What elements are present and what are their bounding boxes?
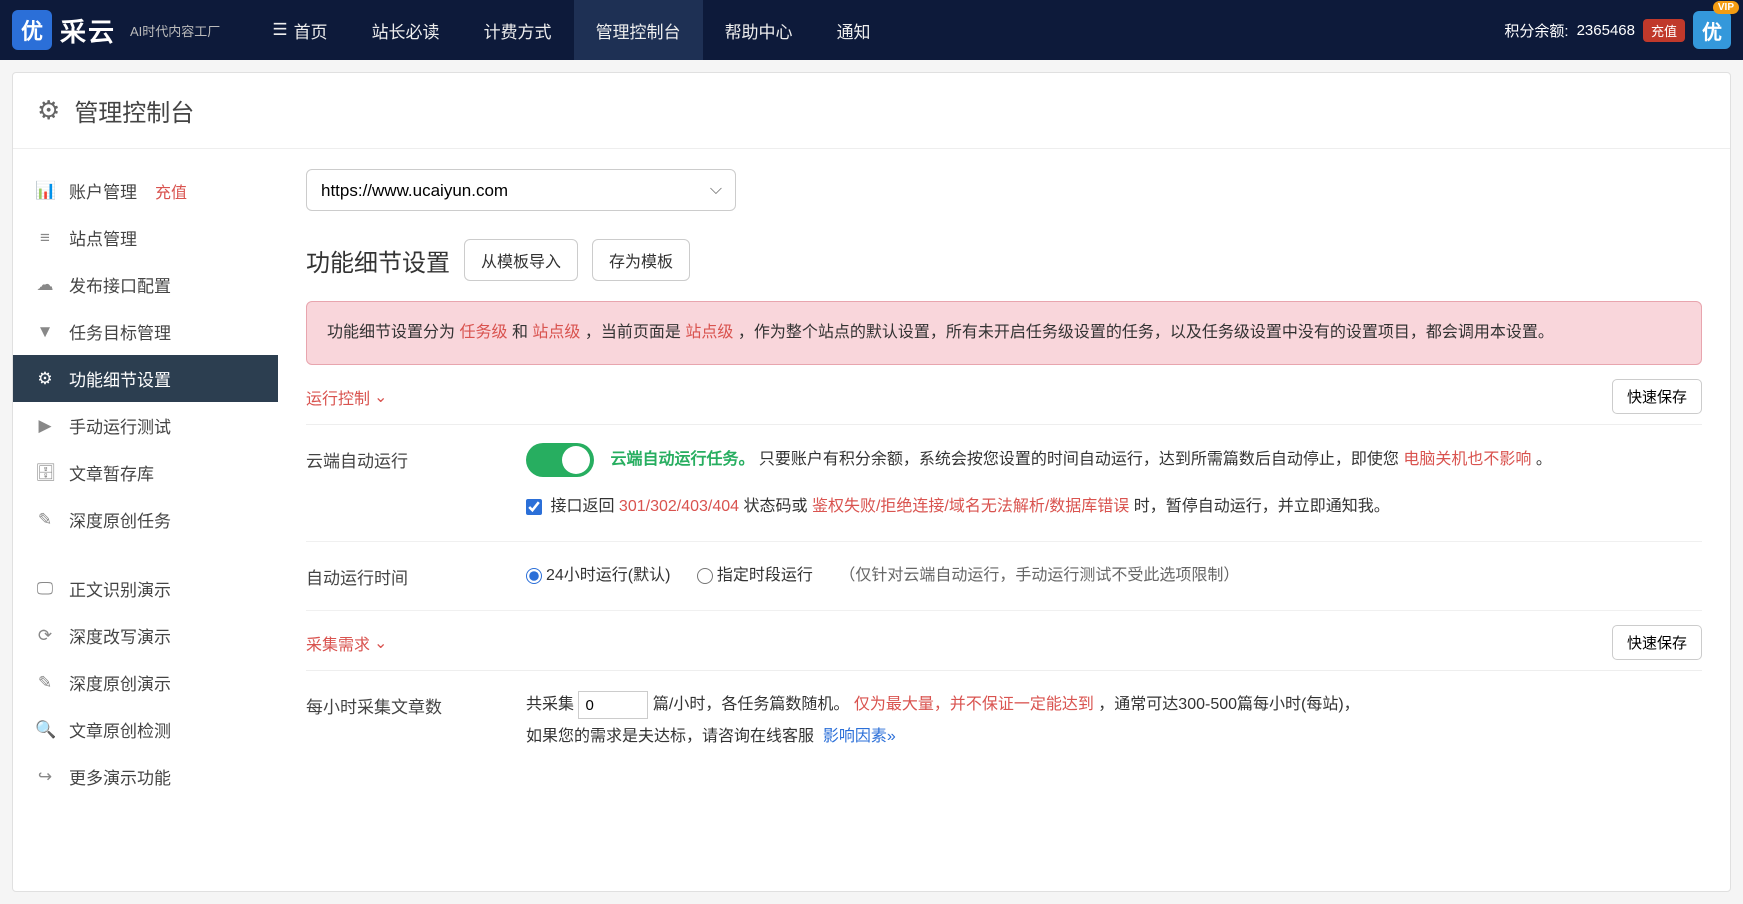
sidebar-item-deep-original[interactable]: ✎深度原创任务 — [13, 496, 278, 543]
sidebar-item-demo-original[interactable]: ✎深度原创演示 — [13, 659, 278, 706]
filter-icon: ▼ — [35, 322, 55, 342]
logo-icon: 优 — [12, 10, 52, 50]
group-runcontrol-header: 运行控制⌄ 快速保存 — [306, 365, 1702, 425]
search-icon: 🔍 — [35, 720, 55, 740]
recharge-badge: 充值 — [155, 179, 187, 203]
chart-icon: 📊 — [35, 181, 55, 201]
chevron-down-icon: ⌄ — [374, 633, 387, 653]
pause-on-error-checkbox[interactable] — [526, 499, 542, 515]
group-collect-toggle[interactable]: 采集需求⌄ — [306, 631, 387, 655]
radio-24h-label[interactable]: 24小时运行(默认) — [526, 567, 670, 584]
group-runcontrol-toggle[interactable]: 运行控制⌄ — [306, 385, 387, 409]
edit-icon: ✎ — [35, 510, 55, 530]
save-template-button[interactable]: 存为模板 — [592, 239, 690, 281]
edit-icon: ✎ — [35, 673, 55, 693]
nav-help[interactable]: 帮助中心 — [703, 0, 815, 60]
factors-link[interactable]: 影响因素» — [823, 728, 896, 745]
site-url-select[interactable]: https://www.ucaiyun.com — [306, 169, 736, 211]
chevron-down-icon: ⌄ — [374, 387, 387, 407]
top-navbar: 优 采云 AI时代内容工厂 ☰首页 站长必读 计费方式 管理控制台 帮助中心 通… — [0, 0, 1743, 60]
cloud-autorun-toggle[interactable] — [526, 443, 594, 477]
page-header: ⚙ 管理控制台 — [13, 73, 1730, 149]
recharge-button[interactable]: 充值 — [1643, 19, 1685, 42]
nav-console[interactable]: 管理控制台 — [574, 0, 703, 60]
nav-menu: ☰首页 站长必读 计费方式 管理控制台 帮助中心 通知 — [250, 0, 892, 60]
nav-billing[interactable]: 计费方式 — [462, 0, 574, 60]
import-template-button[interactable]: 从模板导入 — [464, 239, 578, 281]
sidebar-item-publish[interactable]: ☁发布接口配置 — [13, 261, 278, 308]
sidebar-item-manual-run[interactable]: ▶手动运行测试 — [13, 402, 278, 449]
avatar-wrap[interactable]: VIP 优 — [1693, 11, 1731, 49]
row-cloud-autorun: 云端自动运行 云端自动运行任务。 只要账户有积分余额，系统会按您设置的时间自动运… — [306, 425, 1702, 542]
row-articles-per-hour: 每小时采集文章数 共采集 篇/小时，各任务篇数随机。 仅为最大量，并不保证一定能… — [306, 671, 1702, 771]
info-alert: 功能细节设置分为 任务级 和 站点级 ，当前页面是 站点级 ，作为整个站点的默认… — [306, 301, 1702, 365]
logo[interactable]: 优 采云 AI时代内容工厂 — [12, 10, 220, 50]
label-cloud-autorun: 云端自动运行 — [306, 443, 526, 523]
avatar: 优 — [1693, 11, 1731, 49]
row-autorun-time: 自动运行时间 24小时运行(默认) 指定时段运行 （仅针对云端自动运行，手动运行… — [306, 542, 1702, 611]
logo-subtitle: AI时代内容工厂 — [130, 21, 220, 40]
quick-save-button-2[interactable]: 快速保存 — [1612, 625, 1702, 660]
refresh-icon: ⟳ — [35, 626, 55, 646]
sidebar-item-task-target[interactable]: ▼任务目标管理 — [13, 308, 278, 355]
play-icon: ▶ — [35, 416, 55, 436]
list-icon: ≡ — [35, 228, 55, 248]
sidebar-item-settings[interactable]: ⚙功能细节设置 — [13, 355, 278, 402]
page-container: ⚙ 管理控制台 📊账户管理充值 ≡站点管理 ☁发布接口配置 ▼任务目标管理 ⚙功… — [12, 72, 1731, 892]
points-label: 积分余额: — [1504, 20, 1568, 41]
database-icon: 🗄 — [35, 463, 55, 483]
sidebar-item-demo-rewrite[interactable]: ⟳深度改写演示 — [13, 612, 278, 659]
vip-badge: VIP — [1713, 1, 1739, 14]
articles-per-hour-input[interactable] — [578, 691, 648, 719]
nav-right: 积分余额: 2365468 充值 VIP 优 — [1504, 11, 1731, 49]
sidebar-item-demo-more[interactable]: ↪更多演示功能 — [13, 753, 278, 800]
runtime-hint: （仅针对云端自动运行，手动运行测试不受此选项限制） — [839, 567, 1239, 584]
sidebar-item-account[interactable]: 📊账户管理充值 — [13, 167, 278, 214]
sidebar-item-demo-textrec[interactable]: 🖵正文识别演示 — [13, 565, 278, 612]
points-value: 2365468 — [1577, 22, 1635, 39]
nav-notice[interactable]: 通知 — [815, 0, 893, 60]
list-icon: ☰ — [272, 20, 287, 40]
sidebar-item-site[interactable]: ≡站点管理 — [13, 214, 278, 261]
logo-text: 采云 — [60, 12, 116, 49]
page-title: 管理控制台 — [74, 93, 194, 128]
radio-24h[interactable] — [526, 568, 542, 584]
section-title: 功能细节设置 — [306, 243, 450, 278]
autorun-desc-green: 云端自动运行任务。 — [610, 452, 754, 469]
cogs-icon: ⚙ — [35, 369, 55, 389]
nav-mustread[interactable]: 站长必读 — [350, 0, 462, 60]
cloud-upload-icon: ☁ — [35, 275, 55, 295]
radio-period-label[interactable]: 指定时段运行 — [697, 567, 813, 584]
quick-save-button[interactable]: 快速保存 — [1612, 379, 1702, 414]
sidebar: 📊账户管理充值 ≡站点管理 ☁发布接口配置 ▼任务目标管理 ⚙功能细节设置 ▶手… — [13, 149, 278, 818]
group-collect-header: 采集需求⌄ 快速保存 — [306, 611, 1702, 671]
main-content: https://www.ucaiyun.com 功能细节设置 从模板导入 存为模… — [278, 149, 1730, 818]
sidebar-item-article-store[interactable]: 🗄文章暂存库 — [13, 449, 278, 496]
radio-period[interactable] — [697, 568, 713, 584]
gear-icon: ⚙ — [37, 95, 60, 126]
label-autorun-time: 自动运行时间 — [306, 560, 526, 592]
sidebar-item-demo-detect[interactable]: 🔍文章原创检测 — [13, 706, 278, 753]
share-icon: ↪ — [35, 767, 55, 787]
nav-home[interactable]: ☰首页 — [250, 0, 349, 60]
monitor-icon: 🖵 — [35, 579, 55, 599]
label-articles-per-hour: 每小时采集文章数 — [306, 689, 526, 753]
